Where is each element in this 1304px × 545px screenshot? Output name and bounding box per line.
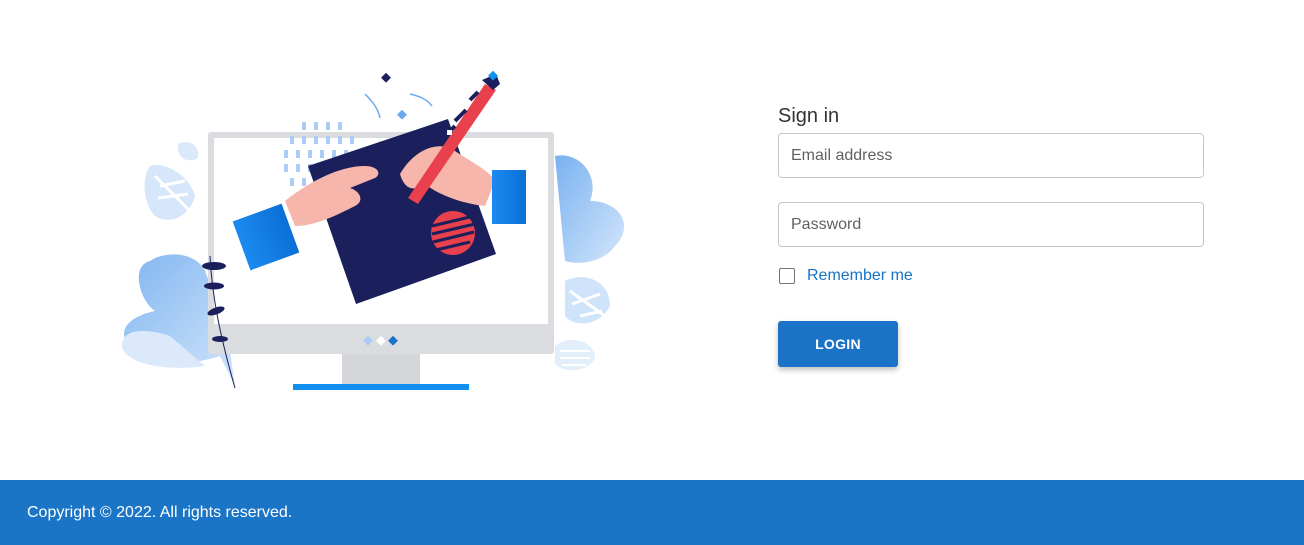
form-title: Sign in — [778, 105, 840, 127]
login-page: Sign in Remember me LOGIN Copyright © 20… — [0, 0, 1304, 545]
email-field[interactable] — [778, 133, 1204, 178]
login-illustration — [110, 66, 650, 396]
footer: Copyright © 2022. All rights reserved. — [0, 480, 1304, 545]
remember-me-label[interactable]: Remember me — [807, 267, 913, 285]
remember-me-checkbox[interactable] — [779, 268, 795, 284]
leaf-right-icon — [555, 155, 625, 371]
remember-me-row: Remember me — [778, 266, 1204, 286]
sign-in-form: Sign in Remember me LOGIN — [778, 104, 1204, 367]
login-button[interactable]: LOGIN — [778, 321, 898, 367]
password-field[interactable] — [778, 202, 1204, 247]
copyright-text: Copyright © 2022. All rights reserved. — [27, 503, 293, 521]
decorative-marks-icon — [364, 72, 433, 120]
monitor-drawing-illustration — [121, 70, 625, 390]
